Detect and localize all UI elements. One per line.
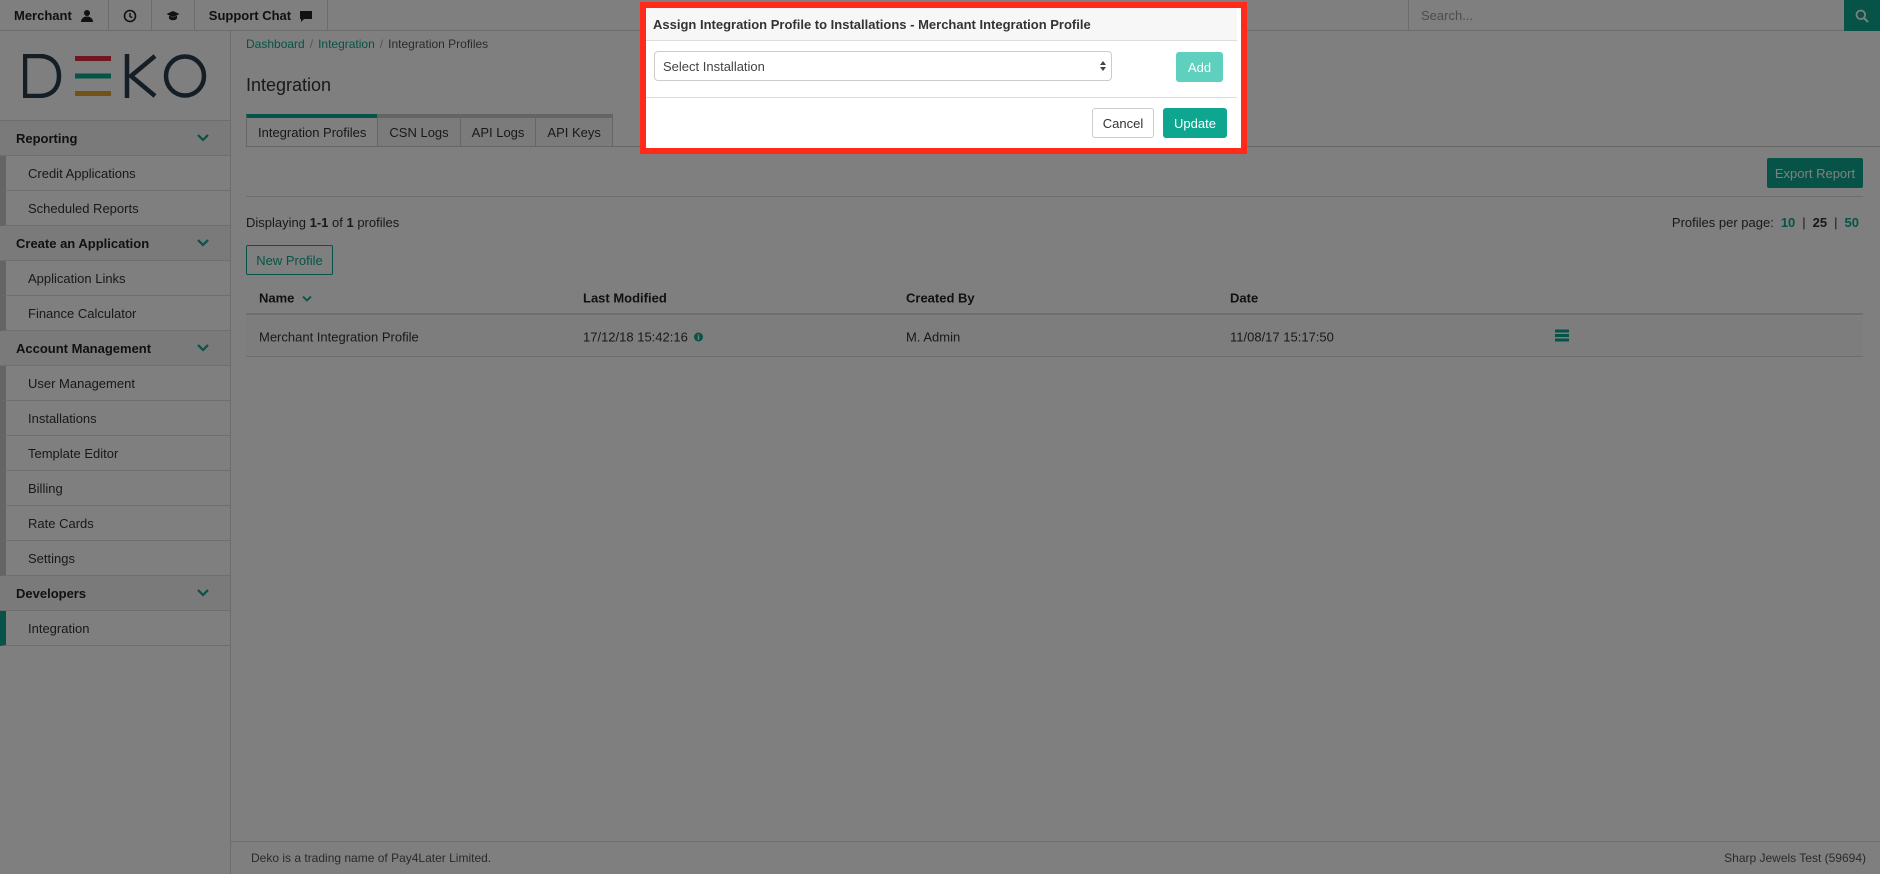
update-button[interactable]: Update: [1163, 108, 1227, 138]
add-button[interactable]: Add: [1176, 52, 1223, 82]
installation-select[interactable]: Select Installation: [654, 51, 1112, 81]
assign-profile-modal: Assign Integration Profile to Installati…: [640, 2, 1247, 154]
select-arrows-icon: [1100, 61, 1106, 71]
modal-divider: [646, 97, 1237, 98]
cancel-button[interactable]: Cancel: [1092, 108, 1154, 138]
installation-select-value: Select Installation: [663, 58, 765, 74]
modal-title: Assign Integration Profile to Installati…: [646, 8, 1237, 41]
